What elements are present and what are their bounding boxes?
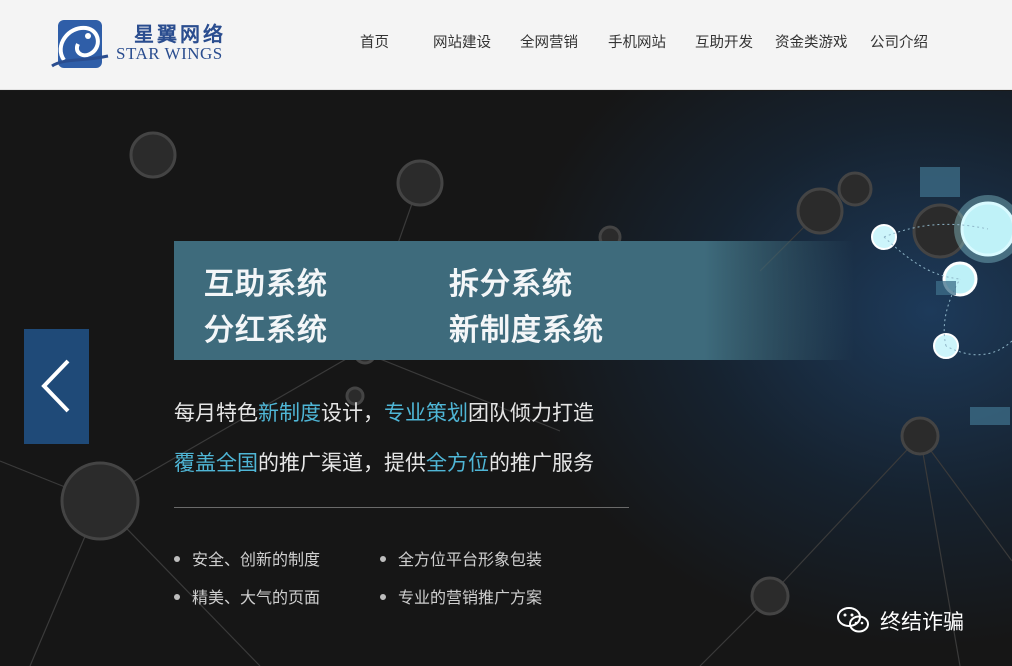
tagline-highlight: 新制度 [258,401,321,425]
wechat-icon [837,607,869,633]
tagline-highlight: 覆盖全国 [174,451,258,475]
banner-split-system: 拆分系统 [449,267,573,302]
main-nav: 首页 网站建设 全网营销 手机网站 互助开发 资金类游戏 公司介绍 [0,31,1012,53]
nav-item-mutual-aid[interactable]: 互助开发 [695,31,753,52]
feature-item: 全方位平台形象包装 [380,546,542,570]
wechat-watermark: 终结诈骗 [836,604,996,636]
slider-prev-button[interactable] [24,329,89,444]
hero-slider: 互助系统 拆分系统 分红系统 新制度系统 每月特色新制度设计，专业策划团队倾力打… [0,91,1012,666]
feature-label: 全方位平台形象包装 [398,550,543,569]
site-header: 星翼网络 STAR WINGS 首页 网站建设 全网营销 手机网站 互助开发 资… [0,0,1012,90]
feature-label: 专业的营销推广方案 [398,588,543,607]
watermark-text: 终结诈骗 [880,610,964,634]
nav-item-website-building[interactable]: 网站建设 [433,31,491,52]
chevron-left-icon [41,359,70,413]
banner-dividend-system: 分红系统 [204,313,328,348]
bullet-icon [380,593,386,600]
bullet-icon [174,593,180,600]
nav-item-fund-games[interactable]: 资金类游戏 [775,31,848,52]
feature-item: 安全、创新的制度 [174,546,320,570]
tagline-line-2: 覆盖全国的推广渠道，提供全方位的推广服务 [174,447,594,477]
tagline-text: 的推广服务 [489,451,594,475]
tagline-line-1: 每月特色新制度设计，专业策划团队倾力打造 [174,397,594,427]
feature-item: 专业的营销推广方案 [380,584,542,608]
nav-item-about[interactable]: 公司介绍 [870,31,928,52]
tagline-text: 的推广渠道，提供 [258,451,426,475]
nav-item-home[interactable]: 首页 [360,31,389,52]
tagline-highlight: 专业策划 [384,401,468,425]
banner-new-system: 新制度系统 [449,313,604,348]
tagline-text: 团队倾力打造 [468,401,594,425]
network-background [0,131,1012,666]
bullet-icon [174,555,180,562]
feature-label: 精美、大气的页面 [192,588,321,607]
divider [174,507,629,508]
feature-item: 精美、大气的页面 [174,584,320,608]
feature-label: 安全、创新的制度 [192,550,321,569]
banner-mutual-aid-system: 互助系统 [204,267,328,302]
bullet-icon [380,555,386,562]
nav-item-network-marketing[interactable]: 全网营销 [520,31,578,52]
feature-banner: 互助系统 拆分系统 分红系统 新制度系统 [174,241,854,360]
tagline-text: 设计， [321,401,384,425]
tagline-text: 每月特色 [174,401,258,425]
nav-item-mobile-site[interactable]: 手机网站 [608,31,666,52]
tagline-highlight: 全方位 [426,451,489,475]
